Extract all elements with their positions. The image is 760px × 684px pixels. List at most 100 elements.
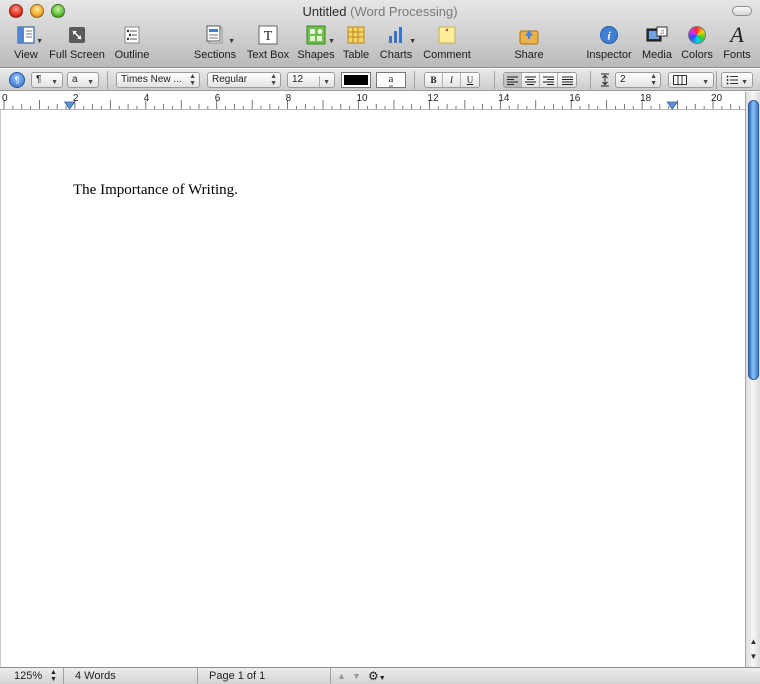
paragraph-style-popup[interactable]: ¶ ▼	[31, 72, 63, 88]
chevron-down-icon: ▼	[702, 79, 709, 86]
typeface-value: Regular	[212, 74, 248, 85]
inspector-button[interactable]: i Inspector	[585, 24, 633, 66]
text-box-label: Text Box	[246, 49, 290, 61]
comment-label: Comment	[423, 49, 471, 61]
color-wheel-icon	[680, 24, 714, 46]
align-left-button[interactable]	[504, 73, 522, 87]
toolbar-toggle-button[interactable]	[732, 6, 752, 16]
scroll-down-arrow[interactable]: ▼	[748, 652, 759, 661]
charts-button[interactable]: ▼ Charts	[378, 24, 416, 66]
separator	[330, 668, 331, 684]
colors-button[interactable]: Colors	[680, 24, 714, 66]
line-spacing-value: 2	[620, 74, 626, 85]
table-button[interactable]: Table	[341, 24, 371, 66]
word-count[interactable]: 4 Words	[75, 669, 116, 684]
inspector-label: Inspector	[586, 49, 632, 61]
font-family-popup[interactable]: Times New ... ▲ ▼	[116, 72, 200, 88]
info-icon: i	[585, 24, 633, 46]
separator	[494, 71, 495, 89]
document-body-text[interactable]: The Importance of Writing.	[73, 182, 238, 199]
highlight-color-well[interactable]: a	[376, 72, 406, 88]
horizontal-ruler[interactable]: 0 2 4 6 8 10 12 14 16 18 20	[0, 92, 745, 110]
justify-button[interactable]	[558, 73, 576, 87]
table-label: Table	[342, 49, 370, 61]
share-icon	[512, 24, 546, 46]
chevron-down-icon: ▼	[741, 79, 748, 86]
outline-button[interactable]: Outline	[111, 24, 153, 66]
columns-icon	[673, 75, 687, 85]
share-button[interactable]: Share	[512, 24, 546, 66]
next-page-button[interactable]: ▼	[352, 669, 361, 684]
scroll-thumb[interactable]	[748, 100, 759, 380]
list-style-popup[interactable]: ▼	[721, 72, 753, 88]
line-spacing-stepper[interactable]: 2 ▲ ▼	[615, 72, 661, 88]
charts-label: Charts	[379, 49, 413, 61]
align-right-button[interactable]	[540, 73, 558, 87]
page-info: Page 1 of 1	[209, 670, 266, 682]
status-bar: 125% ▲ ▼ 4 Words Page 1 of 1 ▲ ▼ ⚙▼	[0, 667, 760, 684]
font-size-combo[interactable]: 12 ▼	[287, 72, 335, 88]
ruler-scale: 0 2 4 6 8 10 12 14 16 18 20	[2, 93, 740, 110]
chevron-down-icon: ▼	[87, 79, 94, 86]
outline-label: Outline	[114, 49, 150, 61]
italic-button[interactable]: I	[443, 73, 461, 87]
view-icon: ▼	[9, 24, 43, 46]
document-type: (Word Processing)	[350, 4, 458, 19]
up-down-arrows-icon: ▲ ▼	[650, 73, 657, 87]
fonts-icon: A	[730, 22, 744, 47]
text-box-button[interactable]: T Text Box	[245, 24, 291, 66]
view-button[interactable]: ▼ View	[9, 24, 43, 66]
previous-page-button[interactable]: ▲	[337, 669, 346, 684]
styles-drawer-button[interactable]: ¶	[9, 72, 25, 88]
scroll-up-arrow[interactable]: ▲	[748, 637, 759, 646]
fonts-button[interactable]: A Fonts	[721, 24, 753, 66]
line-spacing-icon	[598, 73, 612, 87]
align-center-icon	[525, 76, 536, 85]
window-title: Untitled (Word Processing)	[0, 4, 760, 19]
vertical-scrollbar[interactable]: ▲ ▼	[745, 92, 760, 667]
gear-icon[interactable]: ⚙▼	[368, 669, 386, 684]
paragraph-style-value: ¶	[36, 74, 42, 85]
ruler-label: 20	[711, 93, 723, 104]
character-style-value: a	[72, 74, 78, 85]
text-color-well[interactable]	[341, 72, 371, 88]
list-icon	[726, 75, 738, 85]
fonts-label: Fonts	[723, 49, 751, 61]
zoom-value: 125%	[14, 670, 43, 682]
ruler-label: 6	[215, 93, 221, 104]
ruler-label: 18	[640, 93, 652, 104]
full-screen-icon	[49, 24, 105, 46]
underline-button[interactable]: U	[461, 73, 479, 87]
media-button[interactable]: ♫ Media	[640, 24, 674, 66]
view-label: View	[14, 49, 38, 61]
comment-icon	[421, 24, 473, 46]
chevron-down-icon: ▼	[51, 79, 58, 86]
typeface-popup[interactable]: Regular ▲ ▼	[207, 72, 281, 88]
separator	[716, 71, 717, 89]
document-canvas[interactable]: The Importance of Writing.	[0, 110, 745, 667]
sections-icon: ▼	[193, 24, 237, 46]
outline-icon	[111, 24, 153, 46]
alignment-buttons	[503, 72, 577, 88]
comment-button[interactable]: Comment	[421, 24, 473, 66]
columns-popup[interactable]: ▼	[668, 72, 714, 88]
ruler-label: 4	[144, 93, 150, 104]
media-icon: ♫	[640, 24, 674, 46]
text-color-swatch	[344, 75, 368, 85]
align-right-icon	[543, 76, 554, 85]
up-down-arrows-icon: ▲ ▼	[270, 73, 277, 87]
character-style-popup[interactable]: a ▼	[67, 72, 99, 88]
bold-button[interactable]: B	[425, 73, 443, 87]
chevron-down-icon: ▼	[319, 76, 330, 87]
shapes-button[interactable]: ▼ Shapes	[297, 24, 335, 66]
shapes-icon: ▼	[297, 24, 335, 46]
share-label: Share	[514, 49, 544, 61]
align-center-button[interactable]	[522, 73, 540, 87]
separator	[63, 668, 64, 684]
ruler-label: 14	[498, 93, 510, 104]
media-label: Media	[642, 49, 672, 61]
full-screen-button[interactable]: Full Screen	[49, 24, 105, 66]
zoom-popup[interactable]: 125% ▲ ▼	[14, 669, 60, 684]
svg-text:♫: ♫	[659, 29, 664, 36]
sections-button[interactable]: ▼ Sections	[193, 24, 237, 66]
